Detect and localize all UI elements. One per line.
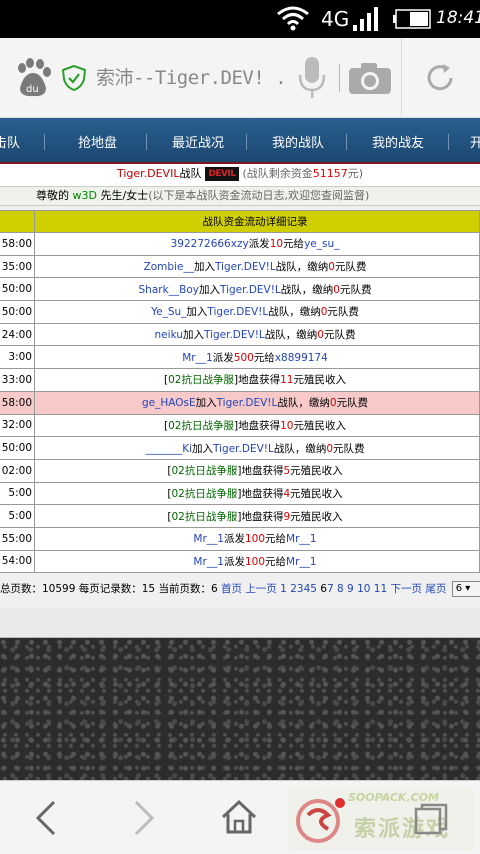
- nav-item-my-friends[interactable]: 我的战友: [372, 132, 424, 151]
- table-row: 55:00 Mr__1派发100元给Mr__1: [0, 526, 480, 551]
- nav-item-grab-territory[interactable]: 抢地盘: [78, 132, 117, 151]
- team-funds: 51157: [312, 167, 348, 180]
- watermark-logo-icon: [296, 798, 345, 843]
- page-link[interactable]: 11: [374, 583, 387, 595]
- page-link[interactable]: 7: [327, 583, 334, 595]
- table-row: 58:00 392272666xzy派发10元给ye_su_: [0, 232, 480, 256]
- page-link[interactable]: 1: [280, 583, 287, 595]
- username[interactable]: w3D: [73, 189, 97, 202]
- web-page: 击队 抢地盘 最近战况 我的战队 我的战友 开 Tiger.DEVIL战队 DE…: [0, 118, 480, 780]
- table-row: 32:00 [02抗日战争服]地盘获得10元殖民收入: [0, 413, 480, 438]
- status-bar: 4G 18:41: [0, 0, 480, 38]
- wifi-icon: [277, 6, 309, 31]
- team-info: Tiger.DEVIL战队 DEVIL (战队剩余资金51157元): [0, 164, 480, 186]
- table-row: 24:00 neiku加入Tiger.DEV!L战队，缴纳0元队费: [0, 322, 480, 347]
- home-icon[interactable]: [220, 799, 258, 835]
- microphone-icon[interactable]: [296, 55, 328, 101]
- clock: 18:41: [436, 8, 480, 28]
- network-type: 4G: [321, 7, 350, 31]
- current-page: 6: [320, 583, 327, 595]
- table-row: 5:00 [02抗日战争服]地盘获得9元殖民收入: [0, 504, 480, 528]
- nav-divider: [146, 134, 147, 150]
- nav-item-my-team[interactable]: 我的战队: [272, 132, 324, 151]
- url-field[interactable]: 索沛--Tiger.DEV! ...: [96, 63, 282, 90]
- prev-page-link[interactable]: 上一页: [245, 583, 277, 595]
- table-row: 35:00 Zombie__加入Tiger.DEV!L战队，缴纳0元队费: [0, 254, 480, 279]
- nav-item-recent-battles[interactable]: 最近战况: [172, 132, 224, 151]
- nav-item-team[interactable]: 击队: [0, 132, 20, 151]
- table-row: 50:00 Shark__Boy加入Tiger.DEV!L战队，缴纳0元队费: [0, 277, 480, 302]
- divider: [339, 64, 340, 92]
- table-header-cell: [0, 210, 35, 233]
- next-page-link[interactable]: 下一页: [391, 583, 423, 595]
- forward-icon[interactable]: [130, 799, 158, 837]
- table-header-row: 战队资金流动详细记录: [0, 210, 480, 233]
- table-row: 50:00 _______Ki加入Tiger.DEV!L战队，缴纳0元队费: [0, 436, 480, 460]
- team-name[interactable]: Tiger.DEVIL: [117, 167, 180, 180]
- svg-text:du: du: [26, 84, 39, 95]
- pagination: 总页数：10599 每页记录数：15 当前页数：6 首页 上一页 1 2345 …: [0, 579, 480, 601]
- table-row: 02:00 [02抗日战争服]地盘获得5元殖民收入: [0, 458, 480, 483]
- page-link[interactable]: 5: [310, 583, 317, 595]
- first-page-link[interactable]: 首页: [221, 583, 242, 595]
- table-row: 54:00 Mr__1派发100元给Mr__1: [0, 549, 480, 574]
- secure-shield-icon: [62, 65, 86, 91]
- table-header-title: 战队资金流动详细记录: [34, 210, 480, 233]
- table-row: 50:00 Ye_Su_加入Tiger.DEV!L战队，缴纳0元队费: [0, 300, 480, 324]
- table-row-highlighted: 58:00 ge_HAOsE加入Tiger.DEV!L战队，缴纳0元队费: [0, 390, 480, 415]
- page-link[interactable]: 2: [290, 583, 297, 595]
- windows-icon[interactable]: [414, 803, 448, 835]
- page-link[interactable]: 10: [357, 583, 370, 595]
- table-row: 5:00 [02抗日战争服]地盘获得4元殖民收入: [0, 481, 480, 506]
- background-pattern: [0, 638, 480, 780]
- page-link[interactable]: 9: [347, 583, 354, 595]
- pagination-summary: 总页数：10599 每页记录数：15 当前页数：6: [0, 583, 218, 595]
- page-select[interactable]: 6 ▾: [451, 581, 480, 597]
- signal-icon: [353, 7, 378, 31]
- baidu-paw-icon[interactable]: du: [14, 58, 52, 98]
- battery-icon: [393, 9, 431, 29]
- last-page-link[interactable]: 尾页: [425, 583, 446, 595]
- page-link[interactable]: 3: [297, 583, 304, 595]
- page-footer-band: [0, 608, 480, 638]
- reload-icon[interactable]: [424, 62, 456, 94]
- browser-address-bar: du 索沛--Tiger.DEV! ...: [0, 38, 480, 118]
- nav-divider: [448, 134, 449, 150]
- divider: [401, 38, 402, 118]
- nav-divider: [246, 134, 247, 150]
- nav-divider: [346, 134, 347, 150]
- browser-bottom-bar: SOOPACK.COM 索派游戏: [0, 780, 480, 854]
- nav-divider: [44, 134, 45, 150]
- team-logo: DEVIL: [204, 167, 239, 181]
- nav-item-more[interactable]: 开: [470, 132, 480, 151]
- page-link[interactable]: 8: [337, 583, 344, 595]
- fund-log-table: 战队资金流动详细记录 58:00 392272666xzy派发10元给ye_su…: [0, 210, 480, 574]
- top-nav: 击队 抢地盘 最近战况 我的战队 我的战友 开: [0, 118, 480, 166]
- back-icon[interactable]: [32, 799, 60, 837]
- table-row: 33:00 [02抗日战争服]地盘获得11元殖民收入: [0, 368, 480, 392]
- greeting: 尊敬的 w3D 先生/女士(以下是本战队资金流动日志,欢迎您查阅监督): [0, 186, 480, 206]
- camera-icon[interactable]: [347, 60, 393, 96]
- table-row: 3:00 Mr__1派发500元给x8899174: [0, 345, 480, 370]
